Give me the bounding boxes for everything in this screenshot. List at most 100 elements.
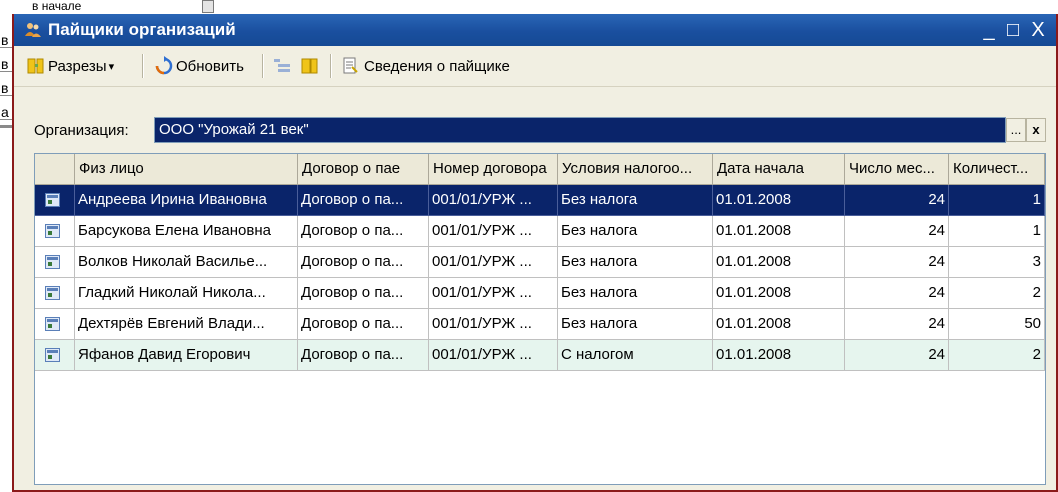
select-organization-button[interactable]: ... (1006, 118, 1026, 142)
toolbar-separator (262, 54, 264, 78)
document-icon (343, 57, 358, 74)
table-cell: Договор о па... (298, 309, 429, 340)
table-cell: 001/01/УРЖ ... (429, 340, 558, 371)
column-header[interactable]: Число мес... (845, 154, 949, 185)
refresh-button[interactable]: Обновить (154, 54, 244, 78)
table-cell: 01.01.2008 (713, 309, 845, 340)
column-header[interactable]: Условия налогоо... (558, 154, 713, 185)
record-icon (45, 255, 60, 269)
toolbar-separator (142, 54, 144, 78)
table-cell: Договор о па... (298, 185, 429, 216)
row-icon-cell (35, 185, 75, 216)
table-cell: С налогом (558, 340, 713, 371)
record-icon (45, 224, 60, 238)
table-cell: 1 (949, 216, 1045, 247)
table-cell: 001/01/УРЖ ... (429, 216, 558, 247)
close-button[interactable]: X (1027, 18, 1049, 42)
toolbar-separator (330, 54, 332, 78)
background-window-strip: в начале (22, 0, 1058, 14)
table-row[interactable]: Волков Николай Василье... Договор о па...… (35, 247, 1045, 278)
maximize-button[interactable]: □ (1002, 18, 1024, 42)
sections-settings-icon (301, 58, 318, 74)
table-cell: 01.01.2008 (713, 216, 845, 247)
table-cell: Гладкий Николай Никола... (75, 278, 298, 309)
table-cell: Договор о па... (298, 247, 429, 278)
table-cell: 001/01/УРЖ ... (429, 247, 558, 278)
table-cell: 24 (845, 340, 949, 371)
hierarchy-button[interactable] (272, 54, 292, 78)
table-cell: 001/01/УРЖ ... (429, 278, 558, 309)
table-row[interactable]: Гладкий Николай Никола... Договор о па...… (35, 278, 1045, 309)
table-cell: Договор о па... (298, 278, 429, 309)
table-cell: Без налога (558, 309, 713, 340)
column-header[interactable]: Количест... (949, 154, 1045, 185)
sections-menu-button[interactable]: Разрезы ▾ (26, 54, 114, 78)
column-header-icon (35, 154, 75, 185)
table-cell: 2 (949, 340, 1045, 371)
record-icon (45, 286, 60, 300)
table-cell: 3 (949, 247, 1045, 278)
column-header[interactable]: Договор о пае (298, 154, 429, 185)
shareholder-info-button[interactable]: Сведения о пайщике (340, 54, 510, 78)
table-cell: Договор о па... (298, 216, 429, 247)
people-icon (25, 23, 41, 37)
organization-field[interactable]: ООО "Урожай 21 век" (154, 117, 1006, 143)
organization-label: Организация: (34, 122, 129, 139)
table-cell: 01.01.2008 (713, 278, 845, 309)
sections-icon (27, 58, 44, 74)
table-cell: Барсукова Елена Ивановна (75, 216, 298, 247)
table-row[interactable]: Андреева Ирина Ивановна Договор о па... 00… (35, 185, 1045, 216)
dropdown-arrow-icon: ▾ (108, 60, 115, 73)
table-cell: 001/01/УРЖ ... (429, 185, 558, 216)
hierarchy-list-icon (274, 59, 290, 72)
table-cell: 24 (845, 309, 949, 340)
table-cell: 01.01.2008 (713, 340, 845, 371)
toolbar: Разрезы ▾ Обновить Сведения о пайщике (14, 46, 1056, 87)
clear-organization-button[interactable]: x (1026, 118, 1046, 142)
table-cell: Волков Николай Василье... (75, 247, 298, 278)
table-cell: 24 (845, 247, 949, 278)
refresh-label: Обновить (176, 57, 244, 75)
refresh-icon (155, 56, 173, 75)
table-row[interactable]: Барсукова Елена Ивановна Договор о па... 0… (35, 216, 1045, 247)
table-cell: 1 (949, 185, 1045, 216)
table-cell: Без налога (558, 247, 713, 278)
minimize-button[interactable]: _ (978, 18, 1000, 42)
column-header[interactable]: Номер договора (429, 154, 558, 185)
table-cell: 50 (949, 309, 1045, 340)
column-header[interactable]: Дата начала (713, 154, 845, 185)
shareholder-info-label: Сведения о пайщике (364, 57, 510, 75)
table-cell: 01.01.2008 (713, 185, 845, 216)
table-cell: Яфанов Давид Егорович (75, 340, 298, 371)
window-title: Пайщики организаций (48, 20, 236, 39)
shareholders-window: Пайщики организаций _ □ X Разрезы ▾ Обно… (12, 14, 1058, 492)
background-window-tab (202, 0, 214, 13)
table-cell: Без налога (558, 216, 713, 247)
table-cell: 001/01/УРЖ ... (429, 309, 558, 340)
title-bar[interactable]: Пайщики организаций _ □ X (14, 14, 1056, 46)
table-cell: 24 (845, 216, 949, 247)
table-cell: 2 (949, 278, 1045, 309)
table-cell: 01.01.2008 (713, 247, 845, 278)
record-icon (45, 317, 60, 331)
table-cell: Без налога (558, 185, 713, 216)
table-row[interactable]: Яфанов Давид Егорович Договор о па... 001/… (35, 340, 1045, 371)
record-icon (45, 193, 60, 207)
table-cell: Андреева Ирина Ивановна (75, 185, 298, 216)
row-icon-cell (35, 247, 75, 278)
table-header-row: Физ лицо Договор о пае Номер договора Ус… (35, 154, 1045, 185)
sections-settings-button[interactable] (300, 54, 320, 78)
background-text-fragment: в начале (32, 0, 82, 13)
table-cell: Договор о па... (298, 340, 429, 371)
table-row[interactable]: Дехтярёв Евгений Влади... Договор о па...… (35, 309, 1045, 340)
table-cell: 24 (845, 278, 949, 309)
table-cell: Без налога (558, 278, 713, 309)
record-icon (45, 348, 60, 362)
shareholders-table: Физ лицо Договор о пае Номер договора Ус… (34, 153, 1046, 485)
sections-label: Разрезы (48, 57, 107, 75)
row-icon-cell (35, 278, 75, 309)
column-header[interactable]: Физ лицо (75, 154, 298, 185)
row-icon-cell (35, 309, 75, 340)
table-cell: Дехтярёв Евгений Влади... (75, 309, 298, 340)
organization-value: ООО "Урожай 21 век" (159, 121, 309, 138)
